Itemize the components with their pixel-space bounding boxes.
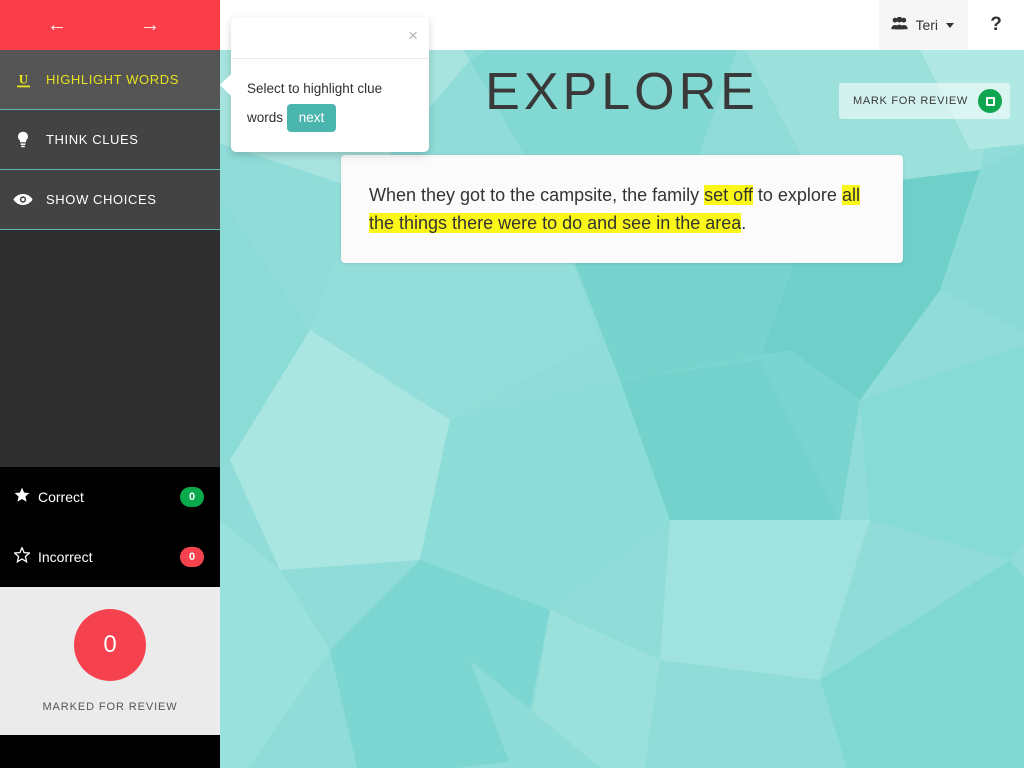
eye-icon bbox=[0, 193, 46, 206]
star-outline-icon bbox=[13, 545, 38, 568]
score-badge-correct: 0 bbox=[180, 487, 204, 507]
user-menu-button[interactable]: Teri bbox=[879, 0, 968, 50]
popover-arrow bbox=[220, 73, 232, 97]
sidebar-empty-area bbox=[0, 230, 220, 467]
popover-next-button[interactable]: next bbox=[286, 104, 337, 133]
close-icon[interactable]: × bbox=[408, 27, 418, 44]
sidebar-item-label: HIGHLIGHT WORDS bbox=[46, 72, 179, 87]
arrow-left-icon: ← bbox=[47, 13, 67, 36]
sidebar-item-label: SHOW CHOICES bbox=[46, 192, 157, 207]
app-root: Teri ? EXPLORE MARK FOR REVIEW When they… bbox=[0, 0, 1024, 768]
sidebar-item-label: THINK CLUES bbox=[46, 132, 139, 147]
previous-button[interactable]: ← bbox=[22, 0, 92, 50]
underline-u-icon: U bbox=[0, 71, 46, 89]
navigation-header: ← → bbox=[0, 0, 220, 50]
score-row-incorrect: Incorrect 0 bbox=[0, 527, 220, 587]
sidebar-item-think-clues[interactable]: THINK CLUES bbox=[0, 110, 220, 170]
help-button[interactable]: ? bbox=[968, 0, 1024, 50]
svg-text:U: U bbox=[18, 71, 28, 86]
arrow-right-icon: → bbox=[140, 13, 160, 36]
popover-header: × bbox=[231, 17, 429, 59]
marked-for-review-label: MARKED FOR REVIEW bbox=[42, 701, 178, 713]
tutorial-popover: × Select to highlight clue words next bbox=[220, 17, 429, 153]
score-panel: Correct 0 Incorrect 0 bbox=[0, 467, 220, 587]
help-question-icon: ? bbox=[990, 14, 1002, 35]
marked-for-review-panel: 0 MARKED FOR REVIEW bbox=[0, 587, 220, 735]
next-button[interactable]: → bbox=[115, 0, 185, 50]
sidebar: ← → U HIGHLIGHT WORDS THINK CLUES SHOW C… bbox=[0, 0, 220, 768]
score-label-incorrect: Incorrect bbox=[38, 549, 93, 565]
passage-segment: When they got to the campsite, the famil… bbox=[369, 185, 705, 205]
user-name-label: Teri bbox=[915, 17, 938, 33]
users-group-icon bbox=[891, 16, 909, 33]
passage-segment: . bbox=[741, 213, 747, 233]
passage-card: When they got to the campsite, the famil… bbox=[341, 155, 903, 263]
mark-for-review-label: MARK FOR REVIEW bbox=[852, 95, 968, 107]
square-check-icon bbox=[978, 89, 1002, 113]
chevron-down-icon bbox=[946, 22, 954, 28]
score-label-correct: Correct bbox=[38, 489, 84, 505]
score-badge-incorrect: 0 bbox=[180, 547, 204, 567]
popover-body: Select to highlight clue words next bbox=[231, 59, 429, 152]
mark-for-review-button[interactable]: MARK FOR REVIEW bbox=[838, 83, 1010, 119]
sidebar-item-show-choices[interactable]: SHOW CHOICES bbox=[0, 170, 220, 230]
passage-text[interactable]: When they got to the campsite, the famil… bbox=[341, 181, 903, 237]
lightbulb-icon bbox=[0, 131, 46, 149]
marked-for-review-count[interactable]: 0 bbox=[74, 609, 146, 681]
passage-segment: to explore bbox=[752, 185, 842, 205]
sidebar-item-highlight-words[interactable]: U HIGHLIGHT WORDS bbox=[0, 50, 220, 110]
tool-list: U HIGHLIGHT WORDS THINK CLUES SHOW CHOIC… bbox=[0, 50, 220, 467]
score-row-correct: Correct 0 bbox=[0, 467, 220, 527]
passage-segment-highlighted[interactable]: set off bbox=[704, 185, 753, 205]
star-filled-icon bbox=[14, 487, 38, 508]
